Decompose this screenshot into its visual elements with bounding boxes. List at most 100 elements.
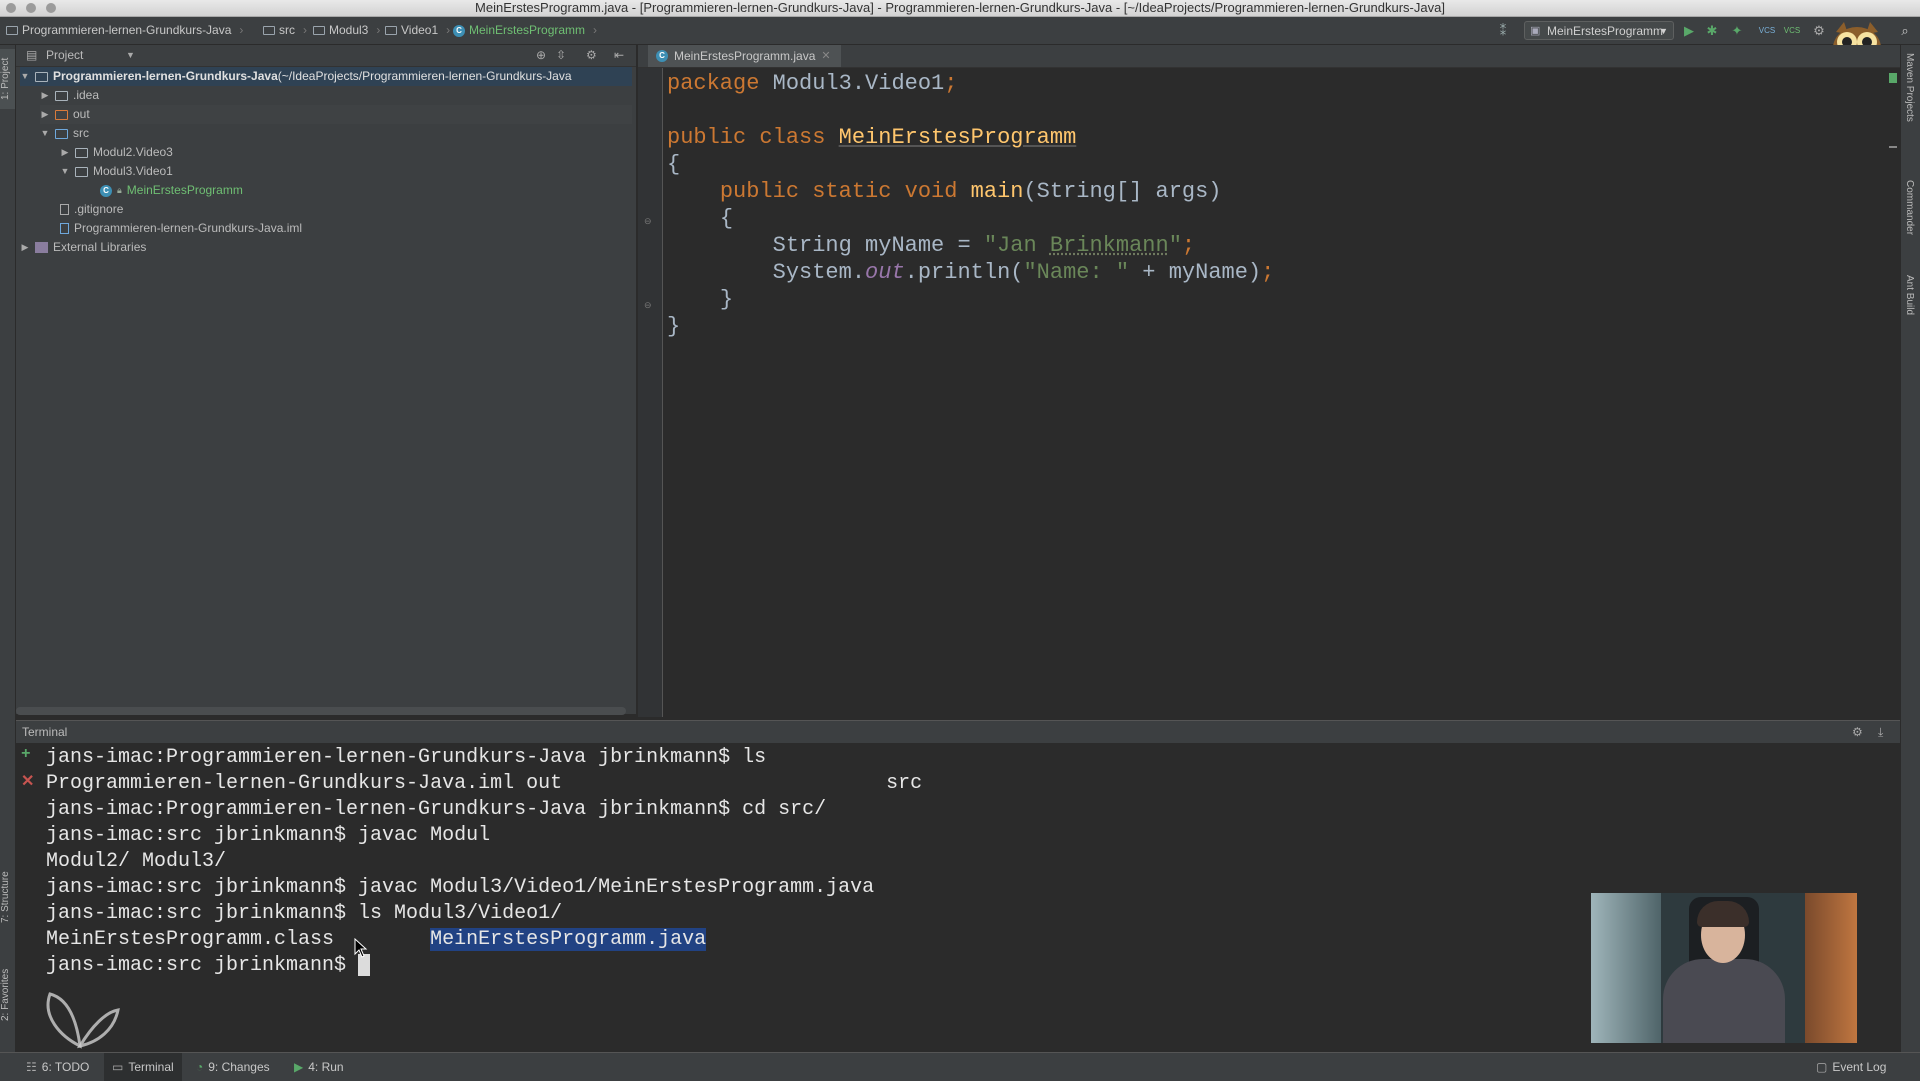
tree-item-iml-file[interactable]: Programmieren-lernen-Grundkurs-Java.iml — [60, 219, 302, 238]
gear-icon[interactable]: ⚙ — [1852, 721, 1863, 743]
tree-item-external-libraries[interactable]: ▶ External Libraries — [20, 238, 147, 257]
expanded-arrow-icon[interactable]: ▼ — [40, 124, 50, 143]
tree-item-out[interactable]: ▶ out — [40, 105, 632, 124]
breadcrumb-src[interactable]: src › — [263, 17, 307, 44]
breadcrumb-class[interactable]: C MeinErstesProgramm › — [453, 17, 597, 44]
todo-icon: ☷ — [26, 1060, 37, 1074]
editor-tab-bar: C MeinErstesProgramm.java ✕ — [638, 45, 1900, 68]
breadcrumb-project[interactable]: Programmieren-lernen-Grundkurs-Java › — [6, 17, 243, 44]
tree-item-label: Programmieren-lernen-Grundkurs-Java — [53, 69, 278, 83]
tool-window-event-log[interactable]: ▢ Event Log — [1816, 1053, 1886, 1081]
fold-marker-icon[interactable]: ⊖ — [644, 300, 652, 311]
lock-icon: 🔒︎ — [117, 185, 122, 195]
tree-item-label: src — [73, 126, 89, 140]
tool-window-label: Event Log — [1832, 1060, 1887, 1074]
collapsed-arrow-icon[interactable]: ▶ — [60, 143, 70, 162]
folder-icon — [313, 26, 325, 35]
hide-panel-icon[interactable]: ⇤ — [614, 45, 624, 66]
code-line-5: public static void main(String[] args) — [719, 179, 1222, 204]
breadcrumb-separator: › — [239, 23, 244, 37]
butterfly-watermark-icon — [46, 992, 120, 1049]
tree-item-modul3-video1[interactable]: ▼ Modul3.Video1 — [60, 162, 173, 181]
close-tab-icon[interactable]: ✕ — [821, 45, 830, 67]
gear-icon[interactable]: ⚙ — [586, 45, 597, 66]
mouse-pointer-icon — [354, 938, 368, 958]
vcs-commit-icon[interactable]: VCS — [1783, 22, 1801, 40]
close-session-icon[interactable]: ✕ — [21, 771, 34, 791]
project-structure-icon[interactable]: ⁑ — [1494, 22, 1512, 40]
vcs-update-icon[interactable]: VCS — [1758, 22, 1776, 40]
tool-tab-ant-build[interactable]: Ant Build — [1904, 275, 1915, 345]
breadcrumb-modul3[interactable]: Modul3 › — [313, 17, 380, 44]
editor-tab-label: MeinErstesProgramm.java — [674, 49, 816, 63]
new-session-icon[interactable]: + — [21, 745, 31, 763]
terminal-line: Programmieren-lernen-Grundkurs-Java.iml … — [46, 772, 923, 795]
collapsed-arrow-icon[interactable]: ▶ — [20, 238, 30, 257]
search-everywhere-icon[interactable]: ⌕ — [1896, 22, 1914, 40]
error-stripe-marker[interactable] — [1889, 146, 1897, 148]
tool-tab-project[interactable]: 1: Project — [0, 49, 15, 109]
editor-tab-mein-erstes-programm[interactable]: C MeinErstesProgramm.java ✕ — [648, 45, 841, 67]
tool-tab-maven[interactable]: Maven Projects — [1904, 53, 1915, 163]
editor-gutter[interactable]: ⊖ ⊖ — [638, 68, 663, 717]
terminal-icon: ▭ — [112, 1060, 124, 1074]
code-line-6: { — [719, 206, 734, 231]
tool-window-todo[interactable]: ☷ 6: TODO — [26, 1053, 89, 1081]
tool-tab-structure[interactable]: 7: Structure — [0, 857, 15, 937]
tree-item-gitignore[interactable]: .gitignore — [60, 200, 123, 219]
tree-item-label: Modul2.Video3 — [93, 145, 173, 159]
code-line-10: } — [667, 314, 681, 339]
left-tool-strip: 1: Project 7: Structure 2: Favorites — [0, 45, 16, 1052]
chevron-down-icon[interactable]: ▼ — [126, 45, 135, 66]
code-line-4: { — [667, 152, 681, 177]
fold-marker-icon[interactable]: ⊖ — [644, 216, 652, 227]
tool-tab-commander[interactable]: Commander — [1904, 180, 1915, 260]
bottom-tool-bar: ☷ 6: TODO ▭ Terminal ◔ 9: Changes ▶ 4: R… — [0, 1052, 1920, 1081]
tree-item-label: Programmieren-lernen-Grundkurs-Java.iml — [74, 221, 303, 235]
run-icon[interactable]: ▶ — [1680, 22, 1698, 40]
tool-window-run[interactable]: ▶ 4: Run — [294, 1053, 344, 1081]
code-line-7: String myName = "Jan Brinkmann"; — [772, 233, 1196, 258]
excluded-folder-icon — [55, 109, 68, 120]
breadcrumb-label: MeinErstesProgramm — [469, 23, 586, 37]
minimize-window-button[interactable] — [26, 3, 36, 13]
folder-icon — [35, 71, 48, 82]
terminal-line: MeinErstesProgramm.class MeinErstesProgr… — [46, 928, 707, 951]
terminal-line: Modul2/ Modul3/ — [46, 850, 227, 873]
tree-item-mein-erstes-programm[interactable]: C 🔒︎ MeinErstesProgramm — [100, 181, 243, 200]
project-view-selector[interactable]: Project — [46, 45, 83, 66]
settings-icon[interactable]: ⚙ — [1810, 22, 1828, 40]
coverage-icon[interactable]: ✦ — [1728, 22, 1746, 40]
tool-window-changes[interactable]: ◔ 9: Changes — [196, 1053, 270, 1081]
breadcrumb-label: Programmieren-lernen-Grundkurs-Java — [22, 23, 232, 37]
inspection-status-icon[interactable] — [1889, 73, 1897, 83]
code-editor[interactable]: package Modul3.Video1; public class Mein… — [667, 68, 1897, 717]
project-horizontal-scrollbar[interactable] — [16, 707, 626, 715]
collapsed-arrow-icon[interactable]: ▶ — [40, 105, 50, 124]
breadcrumb-video1[interactable]: Video1 › — [385, 17, 450, 44]
collapse-all-icon[interactable]: ⇳ — [556, 45, 566, 66]
breadcrumb-label: Video1 — [401, 23, 439, 37]
breadcrumb-separator: › — [303, 23, 307, 37]
run-config-label: MeinErstesProgramm — [1547, 24, 1664, 38]
zoom-window-button[interactable] — [46, 3, 56, 13]
tool-tab-favorites[interactable]: 2: Favorites — [0, 955, 15, 1035]
hide-panel-icon[interactable]: ⤓ — [1878, 721, 1883, 743]
tree-item-modul2-video3[interactable]: ▶ Modul2.Video3 — [60, 143, 173, 162]
run-icon: ▶ — [294, 1060, 304, 1074]
debug-icon[interactable]: ✱ — [1703, 22, 1721, 40]
scroll-from-source-icon[interactable]: ⊕ — [536, 45, 546, 66]
tree-item-label: Modul3.Video1 — [93, 164, 173, 178]
tree-item-src[interactable]: ▼ src — [40, 124, 89, 143]
collapsed-arrow-icon[interactable]: ▶ — [40, 86, 50, 105]
folder-icon — [55, 90, 68, 101]
expanded-arrow-icon[interactable]: ▼ — [20, 67, 30, 86]
tree-item-project-root[interactable]: ▼ Programmieren-lernen-Grundkurs-Java (~… — [20, 67, 632, 86]
close-window-button[interactable] — [6, 3, 16, 13]
libraries-icon — [35, 242, 48, 253]
expanded-arrow-icon[interactable]: ▼ — [60, 162, 70, 181]
tree-item-idea[interactable]: ▶ .idea — [40, 86, 100, 105]
selected-text: MeinErstesProgramm.java — [430, 928, 707, 951]
tool-window-terminal[interactable]: ▭ Terminal — [104, 1053, 182, 1081]
run-configuration-dropdown[interactable]: ▣ MeinErstesProgramm ▼ — [1524, 21, 1674, 40]
